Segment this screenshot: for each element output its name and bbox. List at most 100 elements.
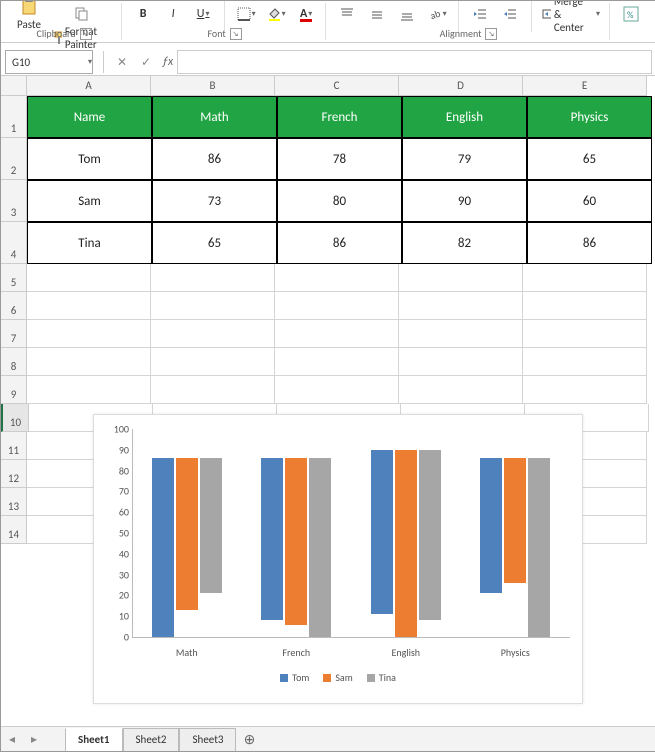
cell[interactable] <box>275 264 399 292</box>
tab-nav-next[interactable]: ▸ <box>23 732 45 747</box>
font-color-button[interactable]: A▾ <box>293 3 319 25</box>
cancel-formula-button[interactable]: ✕ <box>110 55 134 70</box>
cell[interactable]: Math <box>152 96 277 138</box>
select-all-corner[interactable] <box>1 76 27 96</box>
cell[interactable]: 80 <box>277 180 402 222</box>
column-header-E[interactable]: E <box>523 76 647 96</box>
cell[interactable] <box>275 376 399 404</box>
cell[interactable]: 86 <box>527 222 652 264</box>
cell[interactable] <box>399 376 523 404</box>
underline-button[interactable]: U▾ <box>190 3 216 25</box>
italic-button[interactable]: I <box>160 3 186 25</box>
cell[interactable] <box>275 320 399 348</box>
cell[interactable]: 86 <box>152 138 277 180</box>
cell[interactable] <box>151 292 275 320</box>
cell[interactable]: Name <box>27 96 152 138</box>
row-header-10[interactable]: 10 <box>1 404 29 432</box>
bold-button[interactable]: B <box>130 3 156 25</box>
cell[interactable] <box>27 348 151 376</box>
clipboard-launcher[interactable]: ↘ <box>80 28 92 40</box>
cell[interactable] <box>151 320 275 348</box>
decrease-indent-button[interactable] <box>467 3 493 25</box>
cell[interactable] <box>399 348 523 376</box>
cell[interactable]: 65 <box>152 222 277 264</box>
row-header-1[interactable]: 1 <box>1 96 27 138</box>
cell[interactable] <box>27 264 151 292</box>
cell[interactable] <box>399 320 523 348</box>
worksheet[interactable]: ABCDE 1NameMathFrenchEnglishPhysics2Tom8… <box>1 76 655 544</box>
row-header-3[interactable]: 3 <box>1 180 27 222</box>
cell[interactable] <box>27 292 151 320</box>
cell[interactable]: Tom <box>27 138 152 180</box>
row-header-9[interactable]: 9 <box>1 376 27 404</box>
cell[interactable]: 60 <box>527 180 652 222</box>
row-header-11[interactable]: 11 <box>1 432 27 460</box>
align-bottom-button[interactable] <box>394 3 420 25</box>
cell[interactable] <box>27 376 151 404</box>
cell[interactable] <box>275 348 399 376</box>
font-launcher[interactable]: ↘ <box>230 28 242 40</box>
cell[interactable] <box>523 320 647 348</box>
cell[interactable] <box>151 264 275 292</box>
align-top-button[interactable] <box>334 3 360 25</box>
fill-color-button[interactable]: ▾ <box>263 3 289 25</box>
sheet-tab-sheet1[interactable]: Sheet1 <box>65 728 123 752</box>
borders-button[interactable]: ▾ <box>233 3 259 25</box>
cell[interactable]: Physics <box>527 96 652 138</box>
paste-button[interactable]: Paste <box>13 0 45 31</box>
column-header-B[interactable]: B <box>151 76 275 96</box>
row-header-8[interactable]: 8 <box>1 348 27 376</box>
align-launcher[interactable]: ↘ <box>485 28 497 40</box>
increase-indent-button[interactable] <box>497 3 523 25</box>
cell[interactable]: French <box>277 96 402 138</box>
cell[interactable]: 79 <box>402 138 527 180</box>
cell[interactable]: English <box>402 96 527 138</box>
formula-bar[interactable] <box>177 50 652 74</box>
column-header-A[interactable]: A <box>27 76 151 96</box>
tab-nav-prev[interactable]: ◂ <box>1 732 23 747</box>
row-header-7[interactable]: 7 <box>1 320 27 348</box>
column-header-C[interactable]: C <box>275 76 399 96</box>
cell[interactable] <box>523 264 647 292</box>
cell[interactable] <box>27 320 151 348</box>
cell[interactable]: 90 <box>402 180 527 222</box>
align-middle-button[interactable] <box>364 3 390 25</box>
cell[interactable]: 82 <box>402 222 527 264</box>
cut-button[interactable] <box>49 0 115 1</box>
row-header-6[interactable]: 6 <box>1 292 27 320</box>
cell[interactable] <box>151 376 275 404</box>
row-header-13[interactable]: 13 <box>1 488 27 516</box>
cell[interactable] <box>399 292 523 320</box>
cell[interactable] <box>523 348 647 376</box>
chart[interactable]: 0102030405060708090100 MathFrenchEnglish… <box>93 414 583 704</box>
sheet-tab-sheet2[interactable]: Sheet2 <box>123 728 180 752</box>
name-box[interactable]: G10▾ <box>5 50 93 74</box>
column-header-D[interactable]: D <box>399 76 523 96</box>
cell[interactable] <box>151 348 275 376</box>
cell[interactable] <box>523 292 647 320</box>
cell[interactable]: 86 <box>277 222 402 264</box>
sheet-tab-sheet3[interactable]: Sheet3 <box>179 728 236 752</box>
fx-label[interactable]: ƒx <box>158 55 177 69</box>
row-header-12[interactable]: 12 <box>1 460 27 488</box>
row-header-5[interactable]: 5 <box>1 264 27 292</box>
merge-center-button[interactable]: Merge & Center▾ <box>539 3 603 25</box>
number-format-button[interactable]: % <box>618 3 644 25</box>
cell[interactable] <box>399 264 523 292</box>
cell[interactable]: Sam <box>27 180 152 222</box>
cell[interactable]: Tina <box>27 222 152 264</box>
orientation-button[interactable]: ab▾ <box>424 3 450 25</box>
row-header-14[interactable]: 14 <box>1 516 27 544</box>
cell[interactable]: 78 <box>277 138 402 180</box>
enter-formula-button[interactable]: ✓ <box>134 55 158 70</box>
row-header-4[interactable]: 4 <box>1 222 27 264</box>
copy-button[interactable] <box>49 3 115 25</box>
legend-item: Tom <box>280 671 309 684</box>
cell[interactable]: 65 <box>527 138 652 180</box>
cell[interactable] <box>275 292 399 320</box>
row-header-2[interactable]: 2 <box>1 138 27 180</box>
add-sheet-button[interactable]: ⊕ <box>236 731 262 748</box>
copy-icon <box>75 7 89 21</box>
cell[interactable]: 73 <box>152 180 277 222</box>
cell[interactable] <box>523 376 647 404</box>
